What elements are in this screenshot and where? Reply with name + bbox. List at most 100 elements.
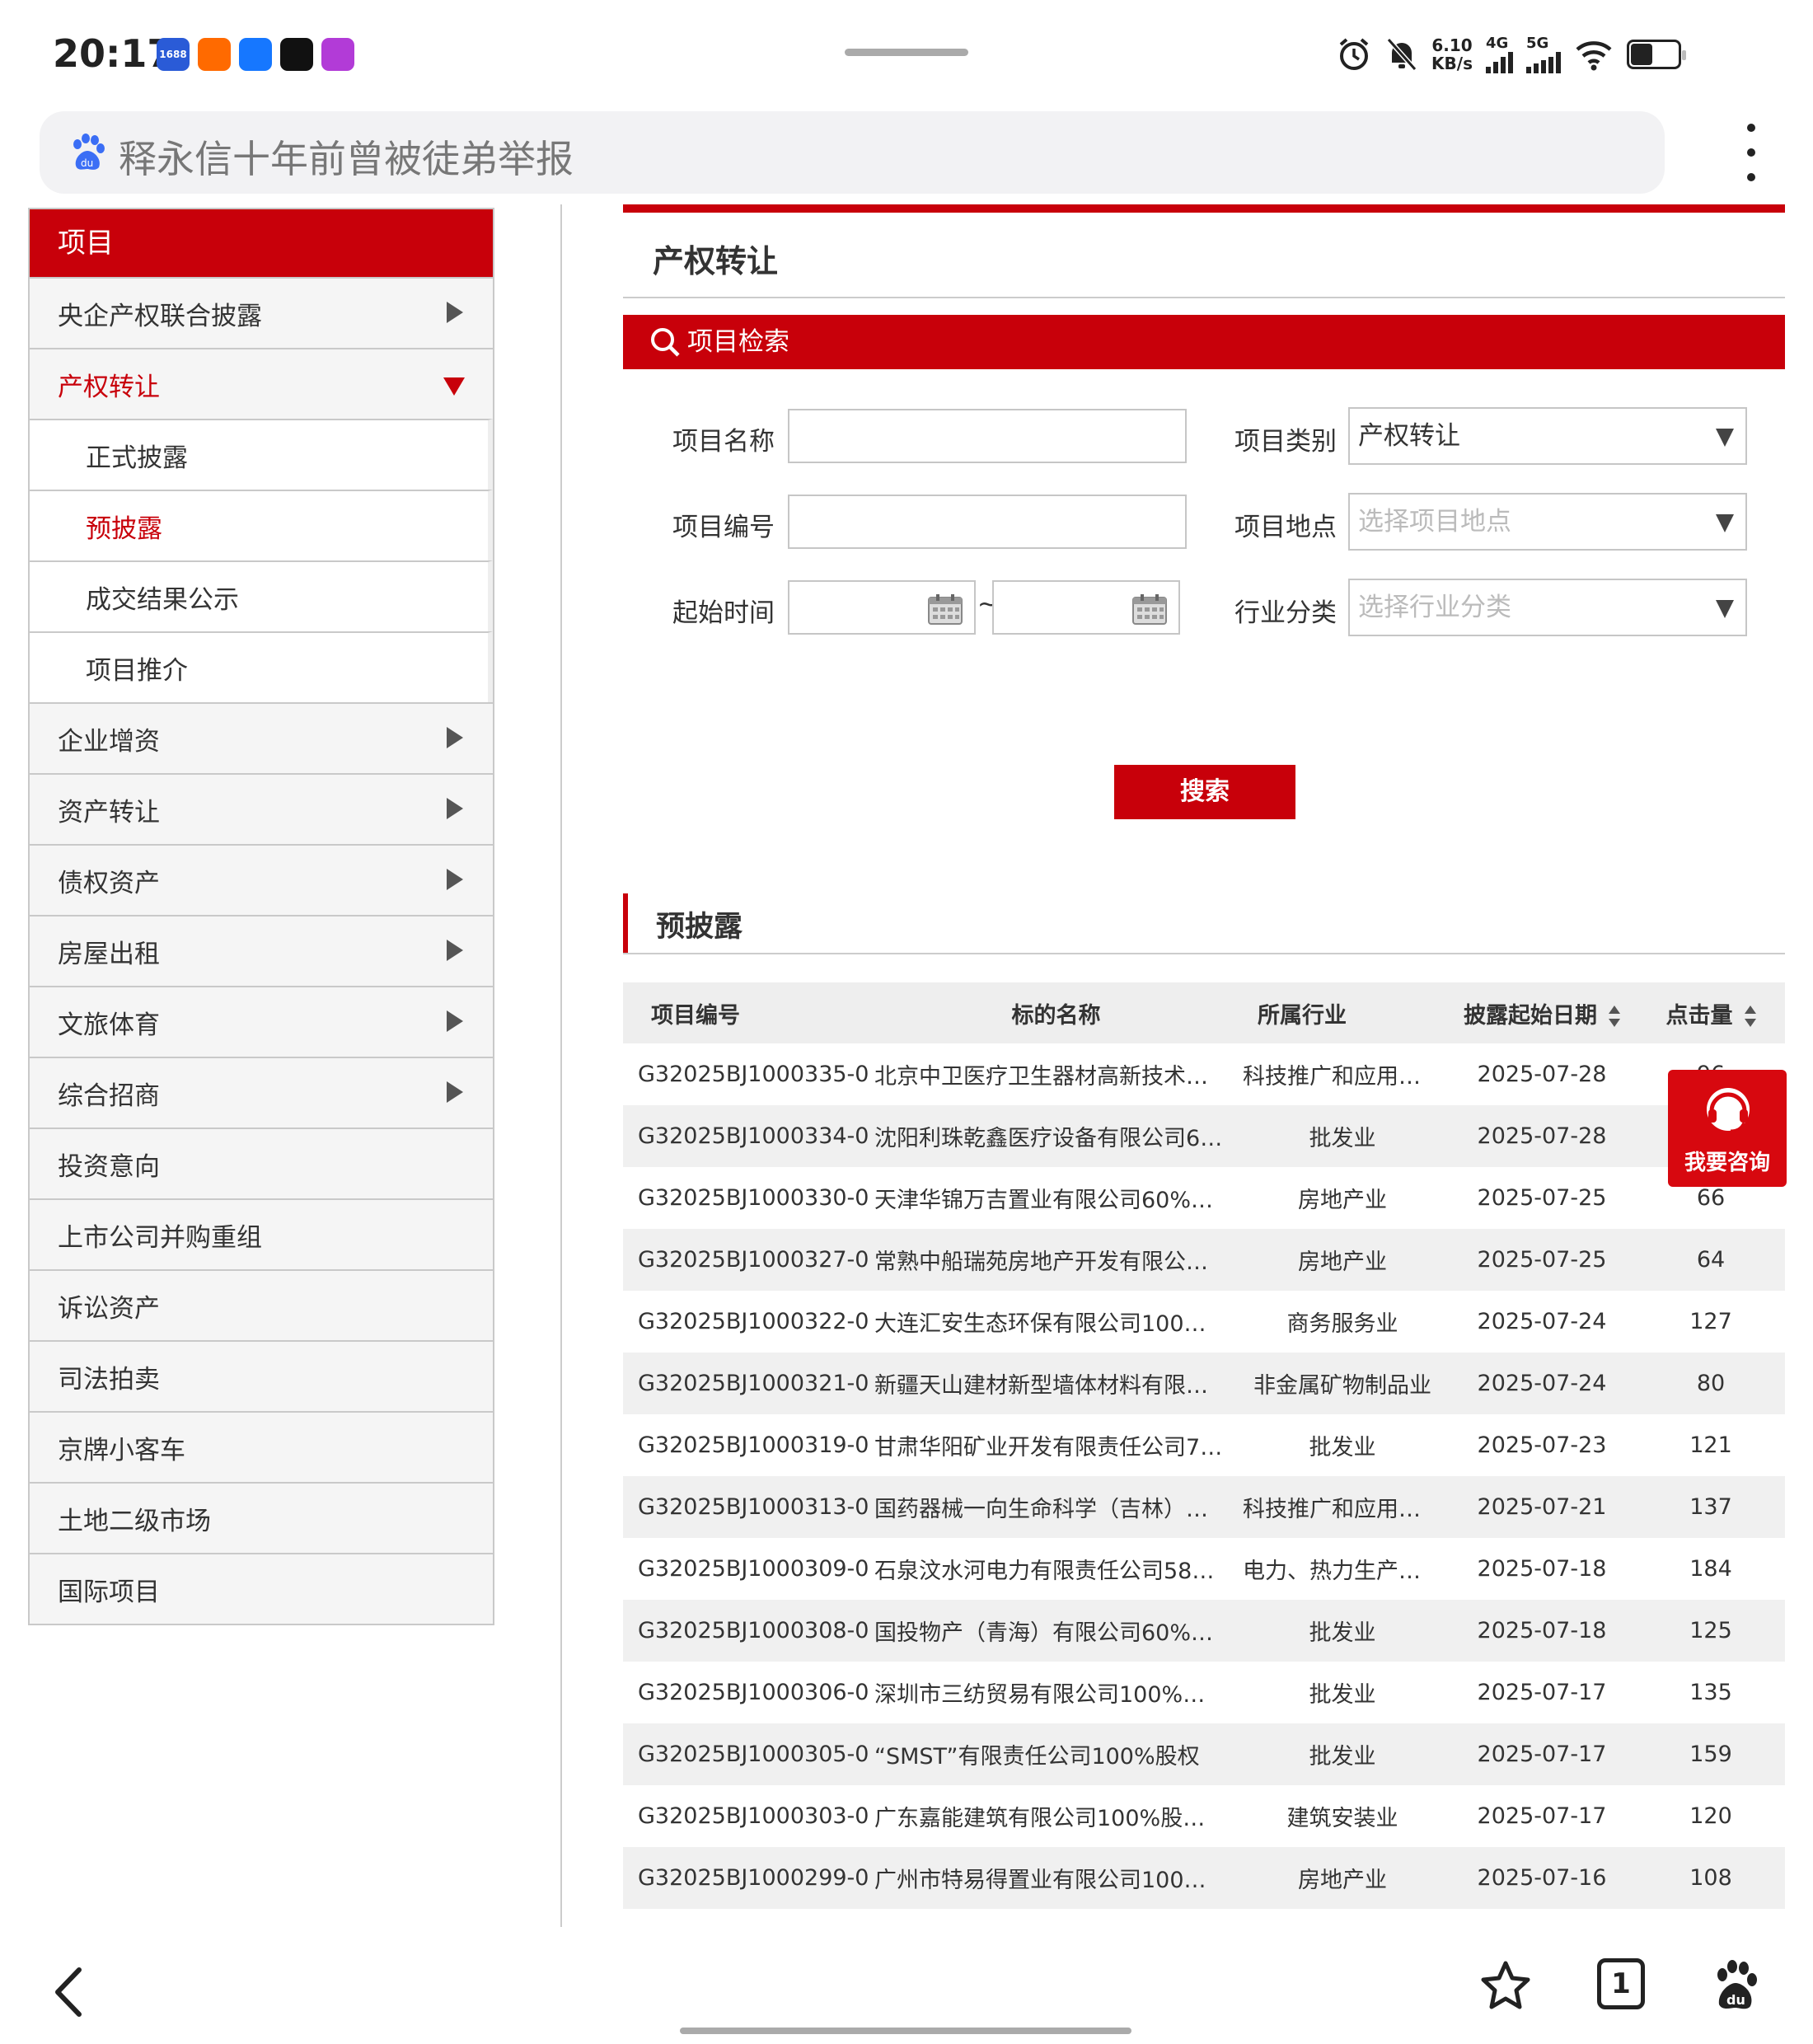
cell-name[interactable]: 新疆天山建材新型墙体材料有限责… — [874, 1367, 1238, 1399]
sort-icon[interactable] — [1744, 1006, 1756, 1027]
table-row[interactable]: G32025BJ1000334-0 沈阳利珠乾鑫医疗设备有限公司65… 批发业 202… — [623, 1105, 1785, 1167]
search-query[interactable]: 释永信十年前曾被徒弟举报 — [119, 129, 574, 184]
end-date-input[interactable] — [992, 580, 1180, 635]
signal-bars-icon — [1486, 52, 1513, 73]
cell-date: 2025-07-18 — [1477, 1556, 1607, 1582]
sort-icon[interactable] — [1609, 1006, 1620, 1027]
chat-app-icon — [239, 38, 272, 71]
header-date[interactable]: 披露起始日期 — [1447, 997, 1637, 1029]
cell-name[interactable]: 广东嘉能建筑有限公司100%股权及… — [874, 1800, 1238, 1832]
expand-arrow-icon[interactable] — [447, 1010, 463, 1032]
table-row[interactable]: G32025BJ1000330-0 天津华锦万吉置业有限公司60%股… 房地产业 20… — [623, 1167, 1785, 1229]
sidebar-item[interactable]: 成交结果公示 — [30, 560, 493, 631]
project-location-select[interactable]: 选择项目地点 — [1348, 493, 1747, 551]
sidebar-item[interactable]: 京牌小客车 — [30, 1411, 493, 1482]
table-row[interactable]: G32025BJ1000305-0 “SMST”有限责任公司100%股权 批发业 20… — [623, 1723, 1785, 1785]
cell-name[interactable]: 大连汇安生态环保有限公司100%股权 — [874, 1306, 1238, 1338]
expand-arrow-icon[interactable] — [447, 1081, 463, 1103]
more-menu-icon[interactable] — [1735, 124, 1768, 181]
wifi-icon — [1576, 40, 1612, 70]
table-row[interactable]: G32025BJ1000308-0 国投物产（青海）有限公司60%股权 批发业 202… — [623, 1600, 1785, 1662]
page-title: 产权转让 — [653, 243, 779, 279]
sidebar-item[interactable]: 房屋出租 — [30, 915, 493, 986]
cell-code: G32025BJ1000327-0 — [638, 1247, 869, 1273]
sidebar-item[interactable]: 项目推介 — [30, 631, 493, 702]
sidebar-item[interactable]: 土地二级市场 — [30, 1482, 493, 1553]
header-clicks[interactable]: 点击量 — [1637, 997, 1785, 1029]
sidebar-item[interactable]: 综合招商 — [30, 1057, 493, 1127]
calendar-icon[interactable] — [928, 593, 963, 625]
calendar-icon[interactable] — [1132, 593, 1167, 625]
table-row[interactable]: G32025BJ1000322-0 大连汇安生态环保有限公司100%股权 商务服务业… — [623, 1291, 1785, 1353]
sidebar-item[interactable]: 诉讼资产 — [30, 1269, 493, 1340]
cell-date: 2025-07-21 — [1477, 1494, 1607, 1520]
drag-handle[interactable] — [845, 49, 968, 56]
sidebar-item[interactable]: 企业增资 — [30, 702, 493, 773]
cell-name[interactable]: 常熟中船瑞苑房地产开发有限公司1… — [874, 1244, 1238, 1276]
cell-industry: 批发业 — [1309, 1682, 1376, 1708]
cell-name[interactable]: 北京中卫医疗卫生器材高新技术服… — [874, 1058, 1238, 1090]
sidebar-item[interactable]: 国际项目 — [30, 1553, 493, 1624]
expand-arrow-icon[interactable] — [447, 940, 463, 961]
cell-clicks: 125 — [1689, 1618, 1732, 1643]
title-divider — [623, 297, 1785, 298]
cell-name[interactable]: 深圳市三纺贸易有限公司100%股权 — [874, 1676, 1238, 1709]
table-row[interactable]: G32025BJ1000327-0 常熟中船瑞苑房地产开发有限公司1… 房地产业 20… — [623, 1229, 1785, 1291]
expand-arrow-icon[interactable] — [447, 302, 463, 323]
search-button[interactable]: 搜索 — [1114, 765, 1295, 819]
sidebar-item[interactable]: 资产转让 — [30, 773, 493, 844]
consult-label[interactable]: 我要咨询 — [1668, 1146, 1787, 1176]
expand-arrow-icon[interactable] — [447, 798, 463, 819]
back-icon[interactable] — [49, 1963, 91, 2021]
cell-name[interactable]: 天津华锦万吉置业有限公司60%股… — [874, 1182, 1238, 1214]
cell-industry: 批发业 — [1309, 1435, 1376, 1460]
table-row[interactable]: G32025BJ1000313-0 国药器械一向生命科学（吉林）有… 科技推广和应用… — [623, 1476, 1785, 1538]
sidebar-item[interactable]: 上市公司并购重组 — [30, 1198, 493, 1269]
address-search-bar[interactable]: du 释永信十年前曾被徒弟举报 — [40, 111, 1665, 194]
start-date-input[interactable] — [788, 580, 976, 635]
cell-name[interactable]: 国投物产（青海）有限公司60%股权 — [874, 1615, 1238, 1647]
tabs-count-button[interactable]: 1 — [1597, 1958, 1645, 2009]
cell-name[interactable]: “SMST”有限责任公司100%股权 — [874, 1738, 1238, 1770]
favorite-star-icon[interactable] — [1480, 1960, 1531, 2011]
expand-arrow-icon[interactable] — [447, 869, 463, 890]
cell-industry: 商务服务业 — [1286, 1311, 1398, 1337]
cell-name[interactable]: 甘肃华阳矿业开发有限责任公司70… — [874, 1429, 1238, 1461]
1688-app-icon: 1688 — [157, 38, 190, 71]
sidebar-item[interactable]: 预披露 — [30, 490, 493, 560]
headset-icon — [1707, 1088, 1750, 1132]
expand-arrow-icon[interactable] — [447, 727, 463, 748]
cell-clicks: 108 — [1689, 1865, 1732, 1891]
sidebar-item[interactable]: 投资意向 — [30, 1127, 493, 1198]
sidebar-item[interactable]: 产权转让 — [30, 348, 493, 419]
cell-code: G32025BJ1000303-0 — [638, 1803, 869, 1829]
table-row[interactable]: G32025BJ1000306-0 深圳市三纺贸易有限公司100%股权 批发业 202… — [623, 1662, 1785, 1723]
collapse-arrow-icon[interactable] — [443, 377, 465, 396]
sidebar-item[interactable]: 正式披露 — [30, 419, 493, 490]
sidebar-item[interactable]: 央企产权联合披露 — [30, 277, 493, 348]
industry-select[interactable]: 选择行业分类 — [1348, 579, 1747, 636]
project-category-select[interactable]: 产权转让 — [1348, 407, 1747, 465]
cell-date: 2025-07-25 — [1477, 1247, 1607, 1273]
cell-clicks: 184 — [1689, 1556, 1732, 1582]
table-row[interactable]: G32025BJ1000319-0 甘肃华阳矿业开发有限责任公司70… 批发业 202… — [623, 1414, 1785, 1476]
consult-button[interactable]: 我要咨询 — [1668, 1070, 1787, 1187]
sidebar-item[interactable]: 文旅体育 — [30, 986, 493, 1057]
baidu-home-icon[interactable]: du — [1712, 1958, 1759, 2013]
table-row[interactable]: G32025BJ1000303-0 广东嘉能建筑有限公司100%股权及… 建筑安装业… — [623, 1785, 1785, 1847]
table-row[interactable]: G32025BJ1000309-0 石泉汶水河电力有限责任公司58%… 电力、热力生… — [623, 1538, 1785, 1600]
table-row[interactable]: G32025BJ1000335-0 北京中卫医疗卫生器材高新技术服… 科技推广和应用… — [623, 1043, 1785, 1105]
table-row[interactable]: G32025BJ1000321-0 新疆天山建材新型墙体材料有限责… 非金属矿物制品… — [623, 1353, 1785, 1414]
svg-text:du: du — [1726, 1992, 1745, 2008]
project-code-input[interactable] — [788, 495, 1187, 549]
home-indicator[interactable] — [680, 2028, 1131, 2034]
sidebar-item[interactable]: 债权资产 — [30, 844, 493, 915]
cell-name[interactable]: 石泉汶水河电力有限责任公司58%… — [874, 1553, 1238, 1585]
project-name-input[interactable] — [788, 409, 1187, 463]
cell-name[interactable]: 广州市特易得置业有限公司100%股权 — [874, 1862, 1238, 1894]
table-row[interactable]: G32025BJ1000299-0 广州市特易得置业有限公司100%股权 房地产业 2… — [623, 1847, 1785, 1909]
cell-clicks: 120 — [1689, 1803, 1732, 1829]
sidebar-item[interactable]: 司法拍卖 — [30, 1340, 493, 1411]
cell-name[interactable]: 沈阳利珠乾鑫医疗设备有限公司65… — [874, 1120, 1238, 1152]
cell-name[interactable]: 国药器械一向生命科学（吉林）有… — [874, 1491, 1238, 1523]
